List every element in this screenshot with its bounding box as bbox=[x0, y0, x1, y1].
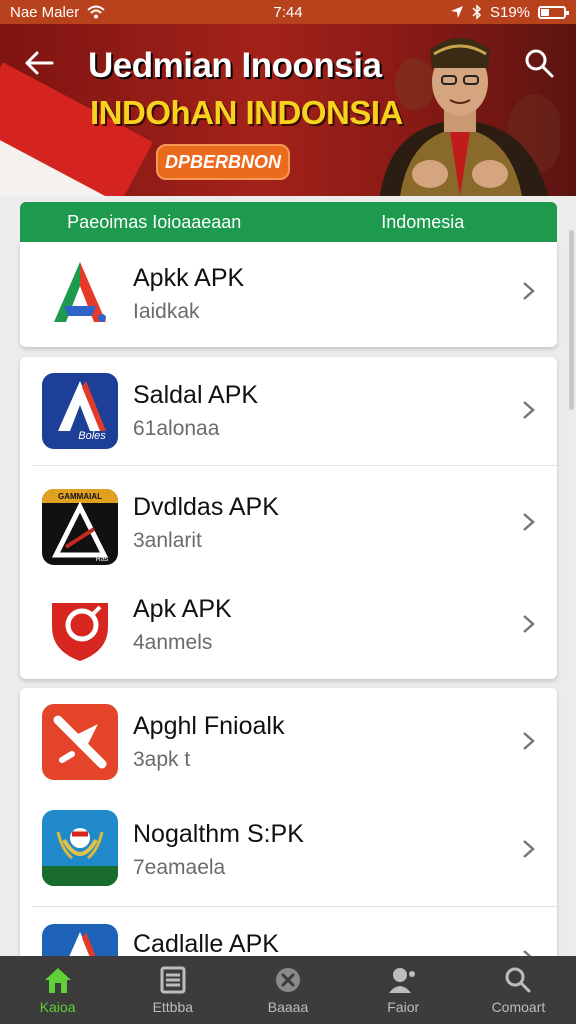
app-title: Apk APK bbox=[133, 595, 232, 623]
chevron-right-icon bbox=[523, 732, 535, 750]
nav-label: Baaaa bbox=[267, 999, 309, 1015]
app-icon-saldal: Boles bbox=[42, 373, 118, 449]
hero-banner: Uedmian Inoonsia INDOhAN INDONSIA DPBERB… bbox=[0, 24, 576, 196]
status-bar: Nae Maler 7:44 S19% bbox=[0, 0, 576, 24]
banner-search-button[interactable] bbox=[522, 46, 556, 80]
nav-explore[interactable]: Baaaa bbox=[230, 956, 345, 1024]
nav-home[interactable]: Kaioa bbox=[0, 956, 115, 1024]
app-title: Nogalthm S:PK bbox=[133, 820, 304, 848]
battery-percent: S19% bbox=[489, 3, 530, 21]
bluetooth-icon bbox=[472, 4, 482, 20]
app-subtitle: 4anmels bbox=[133, 631, 213, 654]
app-list-item[interactable]: Nogalthm S:PK 7eamaela bbox=[20, 796, 557, 904]
app-card: Apghl Fnioalk 3apk t Nogalthm S:PK 7eama… bbox=[20, 688, 557, 978]
app-subtitle: 3anlarit bbox=[133, 529, 202, 552]
app-icon-dvdldas: GAMMAIAL Ras bbox=[42, 489, 118, 565]
app-card: Apkk APK Iaidkak bbox=[20, 242, 557, 347]
chevron-right-icon bbox=[523, 513, 535, 531]
app-title: Dvdldas APK bbox=[133, 493, 279, 521]
banner-title: Uedmian Inoonsia bbox=[88, 46, 382, 85]
app-list-item[interactable]: Apk APK 4anmels bbox=[20, 575, 557, 679]
bottom-navigation: Kaioa Ettbba Baaaa Faior Comoart bbox=[0, 956, 576, 1024]
status-time: 7:44 bbox=[273, 3, 303, 21]
banner-subtitle: INDOhAN INDONSIA bbox=[90, 94, 403, 131]
app-title: Apkk APK bbox=[133, 264, 245, 292]
compass-icon bbox=[276, 968, 300, 992]
nav-search[interactable]: Comoart bbox=[461, 956, 576, 1024]
search-icon bbox=[505, 967, 531, 993]
carrier-label: Nae Maler bbox=[10, 3, 80, 21]
app-icon-apghl bbox=[42, 704, 118, 780]
app-subtitle: 3apk t bbox=[133, 748, 191, 771]
chevron-right-icon bbox=[523, 401, 535, 419]
location-icon bbox=[450, 6, 463, 18]
nav-label: Ettbba bbox=[152, 999, 194, 1015]
nav-label: Kaioa bbox=[39, 999, 76, 1015]
back-button[interactable] bbox=[22, 48, 58, 78]
app-icon-nogalthm bbox=[42, 810, 118, 886]
tab-indonesia[interactable]: Indomesia bbox=[289, 202, 558, 242]
app-list-item[interactable]: Apkk APK Iaidkak bbox=[20, 242, 557, 347]
banner-action-button[interactable]: DPBERBNON bbox=[156, 144, 290, 180]
status-right: S19% bbox=[366, 3, 569, 21]
status-left: Nae Maler bbox=[10, 4, 210, 21]
nav-label: Faior bbox=[387, 999, 420, 1015]
nav-list[interactable]: Ettbba bbox=[115, 956, 230, 1024]
app-title: Cadlalle APK bbox=[133, 930, 279, 958]
nav-profile[interactable]: Faior bbox=[346, 956, 461, 1024]
app-subtitle: Iaidkak bbox=[133, 300, 200, 323]
app-card: Boles Saldal APK 61alonaa GAMMAIAL Ras D… bbox=[20, 357, 557, 679]
chevron-right-icon bbox=[523, 840, 535, 858]
app-subtitle: 61alonaa bbox=[133, 417, 220, 440]
tab-first[interactable]: Paeoimas Ioioaaeaan bbox=[20, 202, 289, 242]
app-icon-label: Ras bbox=[96, 556, 109, 563]
scrollbar[interactable] bbox=[569, 230, 574, 410]
app-title: Saldal APK bbox=[133, 381, 259, 409]
app-list-item[interactable]: Boles Saldal APK 61alonaa bbox=[20, 357, 557, 465]
app-icon-label: GAMMAIAL bbox=[58, 492, 102, 501]
search-icon bbox=[525, 49, 554, 78]
app-title: Apghl Fnioalk bbox=[133, 712, 285, 740]
back-arrow-icon bbox=[25, 51, 54, 75]
app-icon-label: Boles bbox=[78, 430, 106, 442]
category-tabs: Paeoimas Ioioaaeaan Indomesia bbox=[20, 202, 557, 242]
app-icon-apk bbox=[42, 589, 118, 665]
battery-icon bbox=[538, 5, 569, 19]
app-subtitle: 7eamaela bbox=[133, 856, 226, 879]
app-icon-apkk bbox=[42, 256, 118, 332]
wifi-icon bbox=[87, 5, 105, 19]
chevron-right-icon bbox=[523, 282, 535, 300]
list-icon bbox=[160, 966, 186, 994]
app-list-item[interactable]: GAMMAIAL Ras Dvdldas APK 3anlarit bbox=[20, 465, 557, 575]
nav-label: Comoart bbox=[491, 999, 546, 1015]
app-list-item[interactable]: Apghl Fnioalk 3apk t bbox=[20, 688, 557, 796]
chevron-right-icon bbox=[523, 615, 535, 633]
home-icon bbox=[44, 968, 71, 993]
user-icon bbox=[389, 968, 416, 993]
